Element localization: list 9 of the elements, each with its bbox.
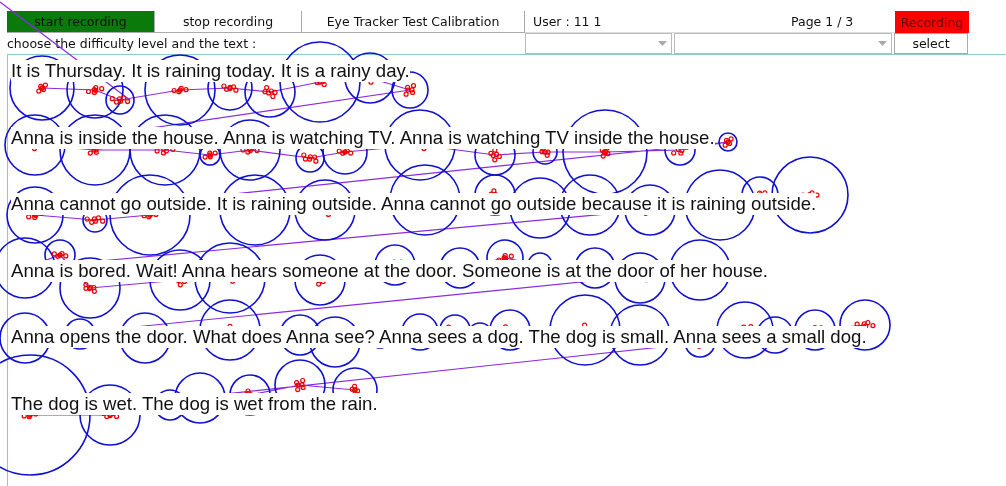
dropdown-arrow-icon — [658, 41, 667, 46]
select-button[interactable]: select — [894, 33, 968, 54]
stop-recording-button[interactable]: stop recording — [155, 11, 302, 33]
prompt-label: choose the difficulty level and the text : — [7, 35, 258, 53]
calibration-button[interactable]: Eye Tracker Test Calibration — [302, 11, 525, 33]
dropdown-arrow-icon — [878, 41, 887, 46]
recording-status: Recording — [895, 11, 969, 33]
dropdown-field[interactable] — [525, 33, 672, 54]
dropdown-field[interactable] — [674, 33, 892, 54]
